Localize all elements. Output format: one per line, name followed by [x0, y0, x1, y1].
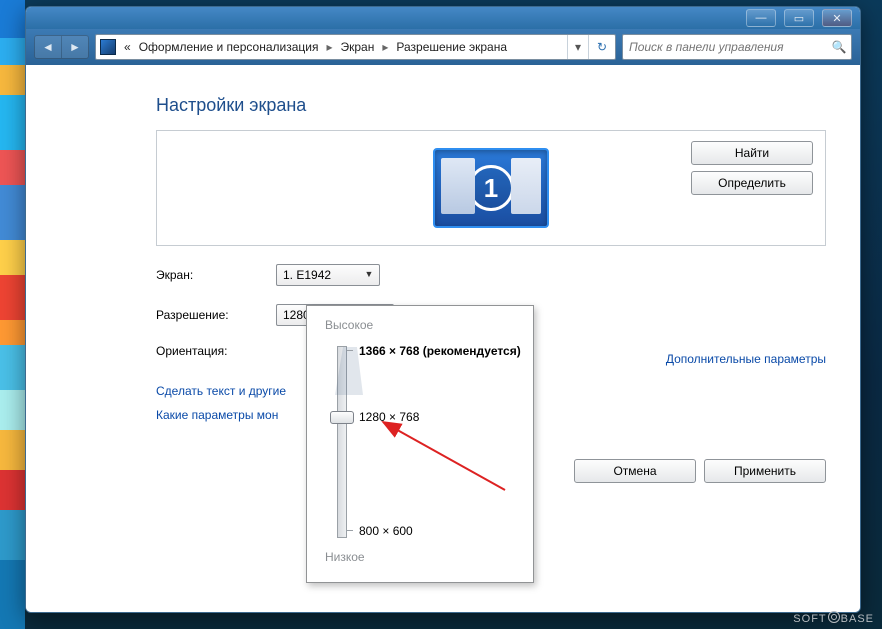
- slider-option-min[interactable]: 800 × 600: [359, 524, 413, 538]
- search-icon[interactable]: 🔍: [827, 40, 851, 54]
- watermark: SOFTBASE: [793, 611, 874, 625]
- resolution-slider[interactable]: 1366 × 768 (рекомендуется) 1280 × 768 80…: [325, 338, 517, 548]
- dialog-buttons: Отмена Применить: [574, 459, 826, 483]
- advanced-settings-link[interactable]: Дополнительные параметры: [666, 352, 826, 366]
- control-panel-icon: [100, 39, 116, 55]
- minimize-button[interactable]: —: [746, 9, 776, 27]
- chevron-down-icon: ▼: [363, 268, 375, 280]
- nav-arrows: ◄ ►: [34, 35, 89, 59]
- titlebar[interactable]: — ▭ ✕: [26, 7, 860, 29]
- slider-tick: [347, 530, 353, 531]
- refresh-button[interactable]: ↻: [588, 35, 615, 59]
- address-drop-button[interactable]: ▾: [567, 35, 588, 59]
- monitor-settings-link[interactable]: Какие параметры мон: [156, 408, 278, 422]
- forward-button[interactable]: ►: [61, 36, 88, 58]
- orientation-label: Ориентация:: [156, 344, 276, 358]
- find-button[interactable]: Найти: [691, 141, 813, 165]
- desktop-taskbar-stripe: [0, 0, 25, 629]
- maximize-button[interactable]: ▭: [784, 9, 814, 27]
- chevron-right-icon: ▸: [378, 40, 392, 54]
- breadcrumb[interactable]: Оформление и персонализация: [135, 40, 323, 54]
- breadcrumb-prefix: «: [120, 40, 135, 54]
- monitor-thumbnail[interactable]: 1: [433, 148, 549, 228]
- address-bar[interactable]: « Оформление и персонализация ▸ Экран ▸ …: [95, 34, 616, 60]
- text-size-link[interactable]: Сделать текст и другие: [156, 384, 286, 398]
- slider-option-current[interactable]: 1280 × 768: [359, 410, 419, 424]
- apply-button[interactable]: Применить: [704, 459, 826, 483]
- annotation-arrow-icon: [365, 408, 515, 518]
- search-input[interactable]: [623, 40, 827, 54]
- resolution-popup: Высокое 1366 × 768 (рекомендуется) 1280 …: [306, 305, 534, 583]
- close-button[interactable]: ✕: [822, 9, 852, 27]
- screen-label: Экран:: [156, 268, 276, 282]
- slider-tick: [347, 350, 353, 351]
- breadcrumb[interactable]: Экран: [336, 40, 378, 54]
- cancel-button[interactable]: Отмена: [574, 459, 696, 483]
- display-arrangement-panel[interactable]: 1 Найти Определить: [156, 130, 826, 246]
- slider-thumb[interactable]: [330, 411, 354, 424]
- back-button[interactable]: ◄: [35, 36, 61, 58]
- breadcrumb[interactable]: Разрешение экрана: [392, 40, 511, 54]
- slider-option-recommended[interactable]: 1366 × 768 (рекомендуется): [359, 344, 521, 358]
- slider-track[interactable]: [337, 346, 347, 538]
- screen-select-value: 1. E1942: [283, 268, 331, 282]
- search-box[interactable]: 🔍: [622, 34, 852, 60]
- control-panel-window: — ▭ ✕ ◄ ► « Оформление и персонализация …: [25, 6, 861, 613]
- page-title: Настройки экрана: [156, 95, 826, 116]
- detect-button[interactable]: Определить: [691, 171, 813, 195]
- monitor-number: 1: [468, 165, 514, 211]
- chevron-right-icon: ▸: [322, 40, 336, 54]
- slider-low-label: Низкое: [325, 550, 517, 564]
- resolution-label: Разрешение:: [156, 308, 276, 322]
- slider-high-label: Высокое: [325, 318, 517, 332]
- screen-select[interactable]: 1. E1942 ▼: [276, 264, 380, 286]
- nav-row: ◄ ► « Оформление и персонализация ▸ Экра…: [26, 29, 860, 65]
